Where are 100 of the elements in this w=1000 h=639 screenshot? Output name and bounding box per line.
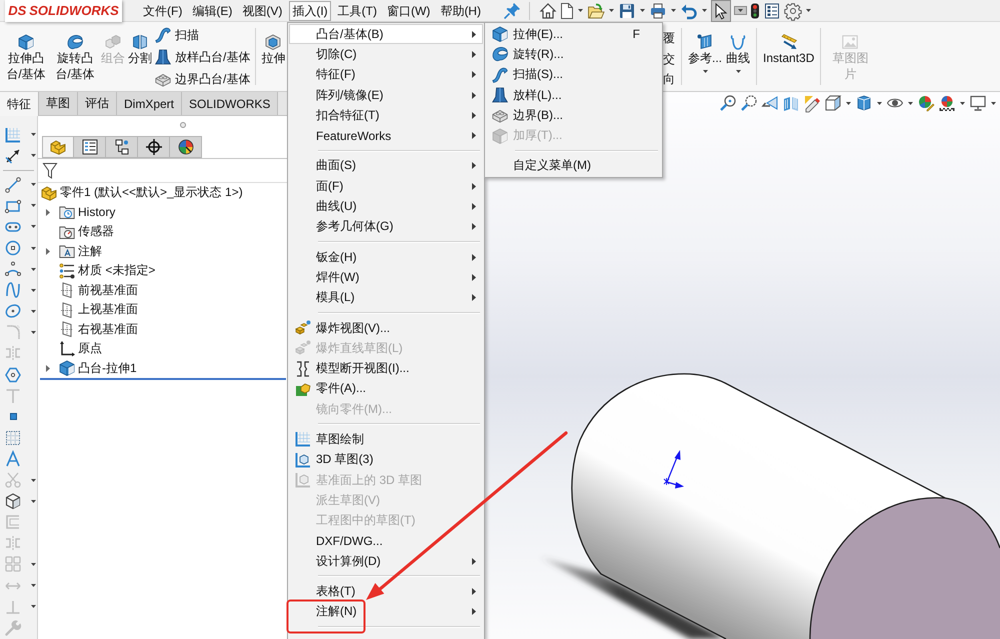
caret-icon[interactable] [578, 9, 583, 12]
dotted-grid-icon[interactable] [5, 430, 21, 446]
document-icon[interactable] [560, 2, 573, 18]
caret-icon[interactable] [991, 102, 996, 104]
caret-icon[interactable] [31, 268, 36, 271]
settings-icon[interactable] [784, 2, 801, 18]
tree-item[interactable]: 上视基准面 [38, 300, 289, 320]
panel-tab[interactable] [138, 136, 170, 158]
traffic-light-icon[interactable] [750, 2, 759, 18]
expand-arrow-icon[interactable] [46, 248, 50, 255]
arc-icon[interactable] [5, 261, 21, 278]
pushpin-icon[interactable] [504, 2, 520, 18]
menu-item[interactable]: 模具(L) [289, 288, 483, 308]
shaded-cube-icon[interactable] [856, 95, 872, 111]
menu-bar-item[interactable]: 编辑(E) [189, 0, 236, 20]
tree-item[interactable]: 注解 [38, 242, 289, 261]
expand-arrow-icon[interactable] [46, 364, 50, 372]
tree-item[interactable]: 凸台-拉伸1 [38, 358, 289, 378]
ribbon-button[interactable]: 交 [663, 48, 675, 69]
menu-item[interactable]: 切除(C) [289, 44, 483, 65]
menu-item[interactable]: 曲线(U) [289, 196, 483, 217]
caret-icon[interactable] [877, 102, 882, 104]
ribbon-button[interactable]: 拉伸 [261, 22, 286, 66]
open-folder-icon[interactable] [588, 2, 604, 18]
rectangle-icon[interactable] [5, 198, 21, 214]
printer-icon[interactable] [650, 2, 666, 18]
ribbon-button[interactable]: 向 [663, 69, 675, 90]
caret-icon[interactable] [31, 500, 36, 503]
point-icon[interactable] [10, 413, 16, 420]
menu-bar-item[interactable]: 窗口(W) [384, 0, 434, 20]
menu-item[interactable]: 3D 草图(3) [289, 450, 483, 470]
caret-icon[interactable] [31, 310, 36, 313]
ribbon-button[interactable]: 旋转凸台/基体 [52, 22, 98, 82]
menu-item[interactable]: 注解(N) [289, 602, 483, 622]
list-options-icon[interactable] [764, 2, 780, 18]
menu-item[interactable]: 拉伸(E)... F [486, 24, 661, 44]
menu-item[interactable]: 凸台/基体(B) [289, 24, 483, 44]
tree-item[interactable]: History [38, 202, 289, 222]
menu-bar-item[interactable]: 帮助(H) [437, 0, 484, 20]
menu-item[interactable]: 表格(T) [289, 581, 483, 602]
caret-icon[interactable] [31, 288, 36, 292]
caret-icon[interactable] [702, 70, 708, 73]
striped-block-icon[interactable] [783, 95, 799, 111]
menu-item[interactable]: 曲面(S) [289, 156, 483, 176]
menu-bar-item[interactable]: 插入(I) [289, 0, 331, 20]
menu-bar-item[interactable]: 工具(T) [334, 0, 380, 20]
ribbon-button[interactable]: 拉伸凸台/基体 [3, 22, 49, 82]
menu-item[interactable]: 草图绘制 [289, 429, 483, 450]
monitor-icon[interactable] [970, 95, 986, 111]
caret-icon[interactable] [908, 102, 913, 104]
panel-tab[interactable] [106, 136, 138, 158]
menu-item[interactable]: FeatureWorks [289, 125, 483, 146]
ribbon-button[interactable]: Instant3D [763, 22, 814, 66]
undo-icon[interactable] [680, 2, 697, 18]
expand-arrow-icon[interactable] [46, 208, 50, 216]
menu-item[interactable]: 参考几何体(G) [289, 216, 483, 237]
tree-item[interactable]: 传感器 [38, 222, 289, 242]
ribbon-button[interactable]: 曲线 [726, 22, 750, 73]
menu-item[interactable]: 面(F) [289, 176, 483, 196]
menu-item[interactable]: 焊件(W) [289, 267, 483, 288]
caret-icon[interactable] [31, 154, 36, 158]
home-icon[interactable] [540, 2, 556, 18]
ribbon-button[interactable]: 分割 [128, 22, 152, 66]
panel-tab[interactable] [74, 136, 106, 158]
view-cube-icon[interactable] [825, 95, 841, 111]
caret-icon[interactable] [960, 102, 965, 104]
circle-icon[interactable] [5, 240, 21, 256]
menu-item[interactable]: 设计算例(D) [289, 551, 483, 572]
menu-item[interactable]: 特征(F) [289, 64, 483, 85]
caret-icon[interactable] [31, 204, 36, 208]
ribbon-button[interactable]: 覆 [663, 28, 675, 48]
menu-item[interactable]: 扣合特征(T) [289, 105, 483, 126]
caret-icon[interactable] [702, 9, 707, 12]
polygon-icon[interactable] [5, 366, 21, 383]
tree-item[interactable]: 前视基准面 [38, 280, 289, 300]
caret-icon[interactable] [806, 9, 811, 12]
caret-icon[interactable] [640, 9, 645, 12]
dimension-icon[interactable] [5, 148, 21, 164]
caret-icon[interactable] [608, 9, 614, 12]
ribbon-button[interactable]: 放样凸台/基体 [155, 46, 250, 68]
splitter-handle[interactable] [180, 122, 186, 128]
save-icon[interactable] [618, 2, 635, 18]
menu-item[interactable]: 钣金(H) [289, 246, 483, 268]
command-tab[interactable]: SOLIDWORKS [182, 92, 278, 115]
command-tab[interactable]: 特征 [0, 92, 39, 116]
caret-icon[interactable] [31, 225, 36, 228]
caret-icon[interactable] [736, 70, 741, 73]
menu-item[interactable]: DXF/DWG... [289, 530, 483, 552]
menu-item[interactable]: 模型断开视图(I)... [289, 358, 483, 379]
caret-icon[interactable] [31, 246, 36, 250]
menu-bar-item[interactable]: 文件(F) [140, 0, 186, 20]
caret-icon[interactable] [734, 7, 746, 14]
menu-item[interactable]: 旋转(R)... [486, 44, 661, 65]
zoom-fit-icon[interactable] [720, 95, 736, 111]
menu-item[interactable]: 爆炸视图(V)... [289, 318, 483, 338]
command-tab[interactable]: DimXpert [117, 92, 182, 115]
ribbon-button[interactable]: 扫描 [155, 24, 250, 46]
spline-icon[interactable] [5, 282, 21, 298]
menu-bar-item[interactable]: 视图(V) [239, 0, 286, 20]
ribbon-button[interactable]: 参考... [688, 22, 722, 73]
